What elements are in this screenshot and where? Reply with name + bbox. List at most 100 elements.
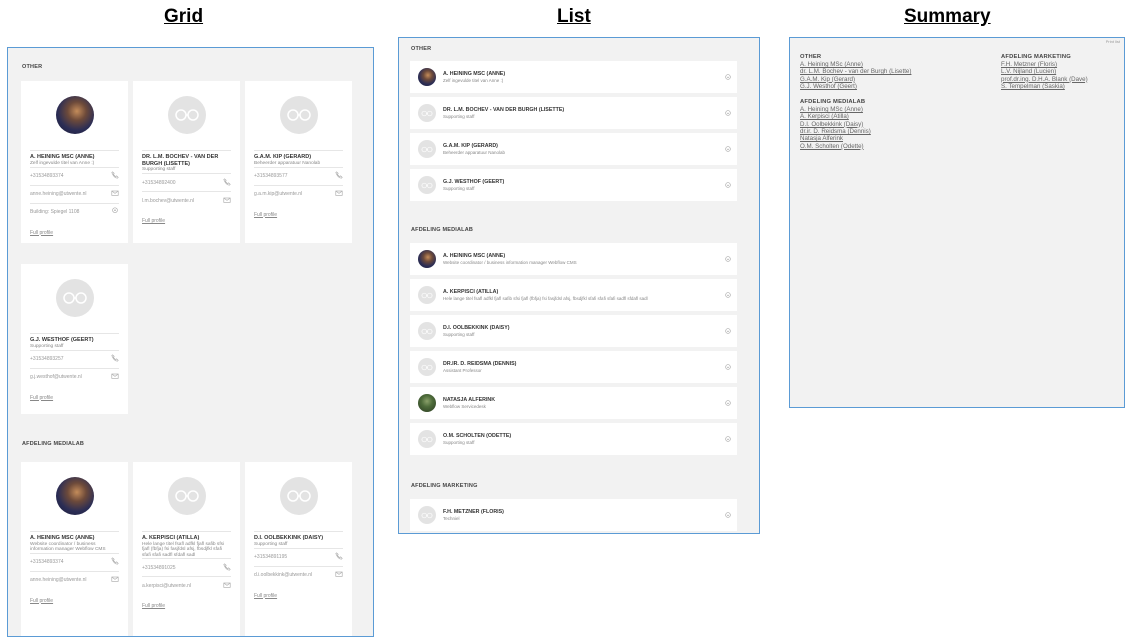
- full-profile-link[interactable]: Full profile: [142, 603, 165, 609]
- summary-group-title: AFDELING MARKETING: [1001, 54, 1071, 60]
- summary-person-link[interactable]: A. Kerpisci (Atilla): [800, 113, 911, 120]
- list-item[interactable]: DR. L.M. BOCHEV - VAN DER BURGH (LISETTE…: [410, 97, 737, 129]
- contact-email[interactable]: d.i.oolbekkink@utwente.nl: [254, 572, 312, 578]
- contact-phone[interactable]: +31534891025: [142, 565, 176, 571]
- list-item[interactable]: F.H. METZNER (FLORIS) Techniel: [410, 499, 737, 531]
- list-item[interactable]: A. HEINING MSC (ANNE) Zelf ingevulde tite…: [410, 61, 737, 93]
- contact-phone[interactable]: +31534893577: [254, 173, 288, 179]
- avatar: [55, 476, 94, 515]
- expand-chevron-icon[interactable]: [725, 175, 731, 188]
- contact-phone[interactable]: +31534893257: [30, 356, 64, 362]
- list-section-title: AFDELING MEDIALAB: [411, 227, 474, 233]
- person-name: DR. L.M. BOCHEV - VAN DER BURGH (LISETTE…: [443, 107, 565, 113]
- avatar: [418, 140, 436, 158]
- contact-phone-row[interactable]: +31534893257: [30, 349, 119, 368]
- summary-person-link[interactable]: D.I. Oolbekkink (Daisy): [800, 121, 911, 128]
- summary-person-link[interactable]: dr.ir. D. Reidsma (Dennis): [800, 128, 911, 135]
- expand-chevron-icon[interactable]: [725, 505, 731, 518]
- contact-email-row[interactable]: g.a.m.kip@utwente.nl: [254, 184, 343, 203]
- list-item[interactable]: A. HEINING MSC (ANNE) Website coordinator…: [410, 243, 737, 275]
- print-list-link[interactable]: Print list: [1106, 39, 1120, 44]
- summary-column: AFDELING MARKETING F.H. Metzner (Floris) L…: [1001, 54, 1088, 99]
- contact-email-row[interactable]: anne.heining@utwente.nl: [30, 184, 119, 203]
- contact-email[interactable]: anne.heining@utwente.nl: [30, 191, 87, 197]
- expand-chevron-icon[interactable]: [725, 249, 731, 262]
- person-name: DR. L.M. BOCHEV - VAN DER BURGH (LISETTE…: [142, 150, 231, 167]
- list-item[interactable]: D.I. OOLBEKKINK (DAISY) Supporting staff: [410, 315, 737, 347]
- list-item[interactable]: NATASJA ALFERINK Webflow Servicedesk: [410, 387, 737, 419]
- summary-person-link[interactable]: A. Heining MSc (Anne): [800, 106, 911, 113]
- person-name: A. KERPISCI (ATILLA): [142, 531, 231, 542]
- list-item-text: A. HEINING MSC (ANNE) Zelf ingevulde tite…: [443, 71, 505, 83]
- full-profile-link[interactable]: Full profile: [142, 218, 165, 224]
- contact-email[interactable]: g.a.m.kip@utwente.nl: [254, 191, 302, 197]
- contact-email[interactable]: a.kerpisci@utwente.nl: [142, 583, 191, 589]
- expand-chevron-icon[interactable]: [725, 139, 731, 152]
- full-profile-link[interactable]: Full profile: [30, 395, 53, 401]
- person-card: DR. L.M. BOCHEV - VAN DER BURGH (LISETTE…: [133, 81, 240, 243]
- full-profile-link[interactable]: Full profile: [254, 593, 277, 599]
- summary-person-link[interactable]: A. Heining MSc (Anne): [800, 61, 911, 68]
- expand-chevron-icon[interactable]: [725, 393, 731, 406]
- contact-phone[interactable]: +31534893374: [30, 173, 64, 179]
- summary-group: AFDELING MEDIALAB A. Heining MSc (Anne) A.…: [800, 99, 911, 150]
- full-profile-link[interactable]: Full profile: [30, 598, 53, 604]
- person-function: Website coordinator / business informati…: [30, 541, 106, 553]
- contact-email[interactable]: g.j.westhof@utwente.nl: [30, 374, 82, 380]
- expand-chevron-icon[interactable]: [725, 357, 731, 370]
- person-card: A. HEINING MSC (ANNE) Zelf ingevulde tite…: [21, 81, 128, 243]
- expand-chevron-icon[interactable]: [725, 321, 731, 334]
- avatar-wrapper: [30, 462, 119, 529]
- list-item[interactable]: DR.IR. D. REIDSMA (DENNIS) Assistant Prof…: [410, 351, 737, 383]
- contact-location-row[interactable]: Building: Spiegel 1108: [30, 202, 119, 221]
- contact-phone[interactable]: +31534892400: [142, 180, 176, 186]
- summary-person-link[interactable]: G.J. Westhof (Geert): [800, 83, 911, 90]
- contact-phone-row[interactable]: +31534891195: [254, 547, 343, 566]
- person-card: G.A.M. KIP (GERARD) Beheerder apparatuur …: [245, 81, 352, 243]
- expand-chevron-icon[interactable]: [725, 285, 731, 298]
- summary-person-link[interactable]: G.A.M. Kip (Gerard): [800, 76, 911, 83]
- list-item-text: A. HEINING MSC (ANNE) Website coordinator…: [443, 253, 577, 265]
- summary-view-panel: Print list OTHER A. Heining MSc (Anne) dr.…: [789, 37, 1125, 408]
- list-item[interactable]: A. KERPISCI (ATILLA) Hele lange titel fsa…: [410, 279, 737, 311]
- avatar-wrapper: [30, 81, 119, 148]
- contact-phone-row[interactable]: +31534891025: [142, 558, 231, 576]
- list-item[interactable]: O.M. SCHOLTEN (ODETTE) Supporting staff: [410, 423, 737, 455]
- summary-person-link[interactable]: dr. L.M. Bochev - van der Burgh (Lisette…: [800, 68, 911, 75]
- full-profile-link[interactable]: Full profile: [254, 212, 277, 218]
- contact-phone[interactable]: +31534893374: [30, 559, 64, 565]
- person-function: Assistant Professor: [443, 368, 482, 373]
- contact-email[interactable]: l.m.bochev@utwente.nl: [142, 198, 194, 204]
- expand-chevron-icon[interactable]: [725, 67, 731, 80]
- summary-column: OTHER A. Heining MSc (Anne) dr. L.M. Boche…: [800, 54, 911, 159]
- contact-phone-row[interactable]: +31534892400: [142, 173, 231, 191]
- contact-phone-row[interactable]: +31534893374: [30, 166, 119, 185]
- contact-phone-row[interactable]: +31534893374: [30, 552, 119, 571]
- contact-email-row[interactable]: d.i.oolbekkink@utwente.nl: [254, 565, 343, 584]
- person-name: A. HEINING MSC (ANNE): [443, 253, 506, 259]
- list-item[interactable]: G.A.M. KIP (GERARD) Beheerder apparatuur …: [410, 133, 737, 165]
- avatar: [279, 95, 318, 134]
- summary-person-link[interactable]: F.H. Metzner (Floris): [1001, 61, 1088, 68]
- summary-person-link[interactable]: O.M. Scholten (Odette): [800, 143, 911, 150]
- summary-person-link[interactable]: S. Tempelman (Saskia): [1001, 83, 1088, 90]
- full-profile-link[interactable]: Full profile: [30, 230, 53, 236]
- contact-location[interactable]: Building: Spiegel 1108: [30, 209, 79, 215]
- contact-email-row[interactable]: anne.heining@utwente.nl: [30, 570, 119, 589]
- person-card: A. HEINING MSC (ANNE) Website coordinator…: [21, 462, 128, 636]
- expand-chevron-icon[interactable]: [725, 103, 731, 116]
- person-function: Zelf ingevulde titel van Anne :): [443, 78, 504, 83]
- expand-chevron-icon[interactable]: [725, 429, 731, 442]
- contact-email[interactable]: anne.heining@utwente.nl: [30, 577, 87, 583]
- avatar: [418, 176, 436, 194]
- summary-group: OTHER A. Heining MSc (Anne) dr. L.M. Boche…: [800, 54, 911, 90]
- summary-person-link[interactable]: Natasja Alferink: [800, 135, 911, 142]
- summary-person-link[interactable]: L.V. Nijland (Lucien): [1001, 68, 1088, 75]
- contact-email-row[interactable]: a.kerpisci@utwente.nl: [142, 576, 231, 594]
- contact-email-row[interactable]: l.m.bochev@utwente.nl: [142, 191, 231, 209]
- contact-phone[interactable]: +31534891195: [254, 554, 287, 560]
- list-item[interactable]: G.J. WESTHOF (GEERT) Supporting staff: [410, 169, 737, 201]
- contact-phone-row[interactable]: +31534893577: [254, 166, 343, 185]
- summary-person-link[interactable]: prof.dr.ing. D.H.A. Blank (Dave): [1001, 76, 1088, 83]
- contact-email-row[interactable]: g.j.westhof@utwente.nl: [30, 367, 119, 386]
